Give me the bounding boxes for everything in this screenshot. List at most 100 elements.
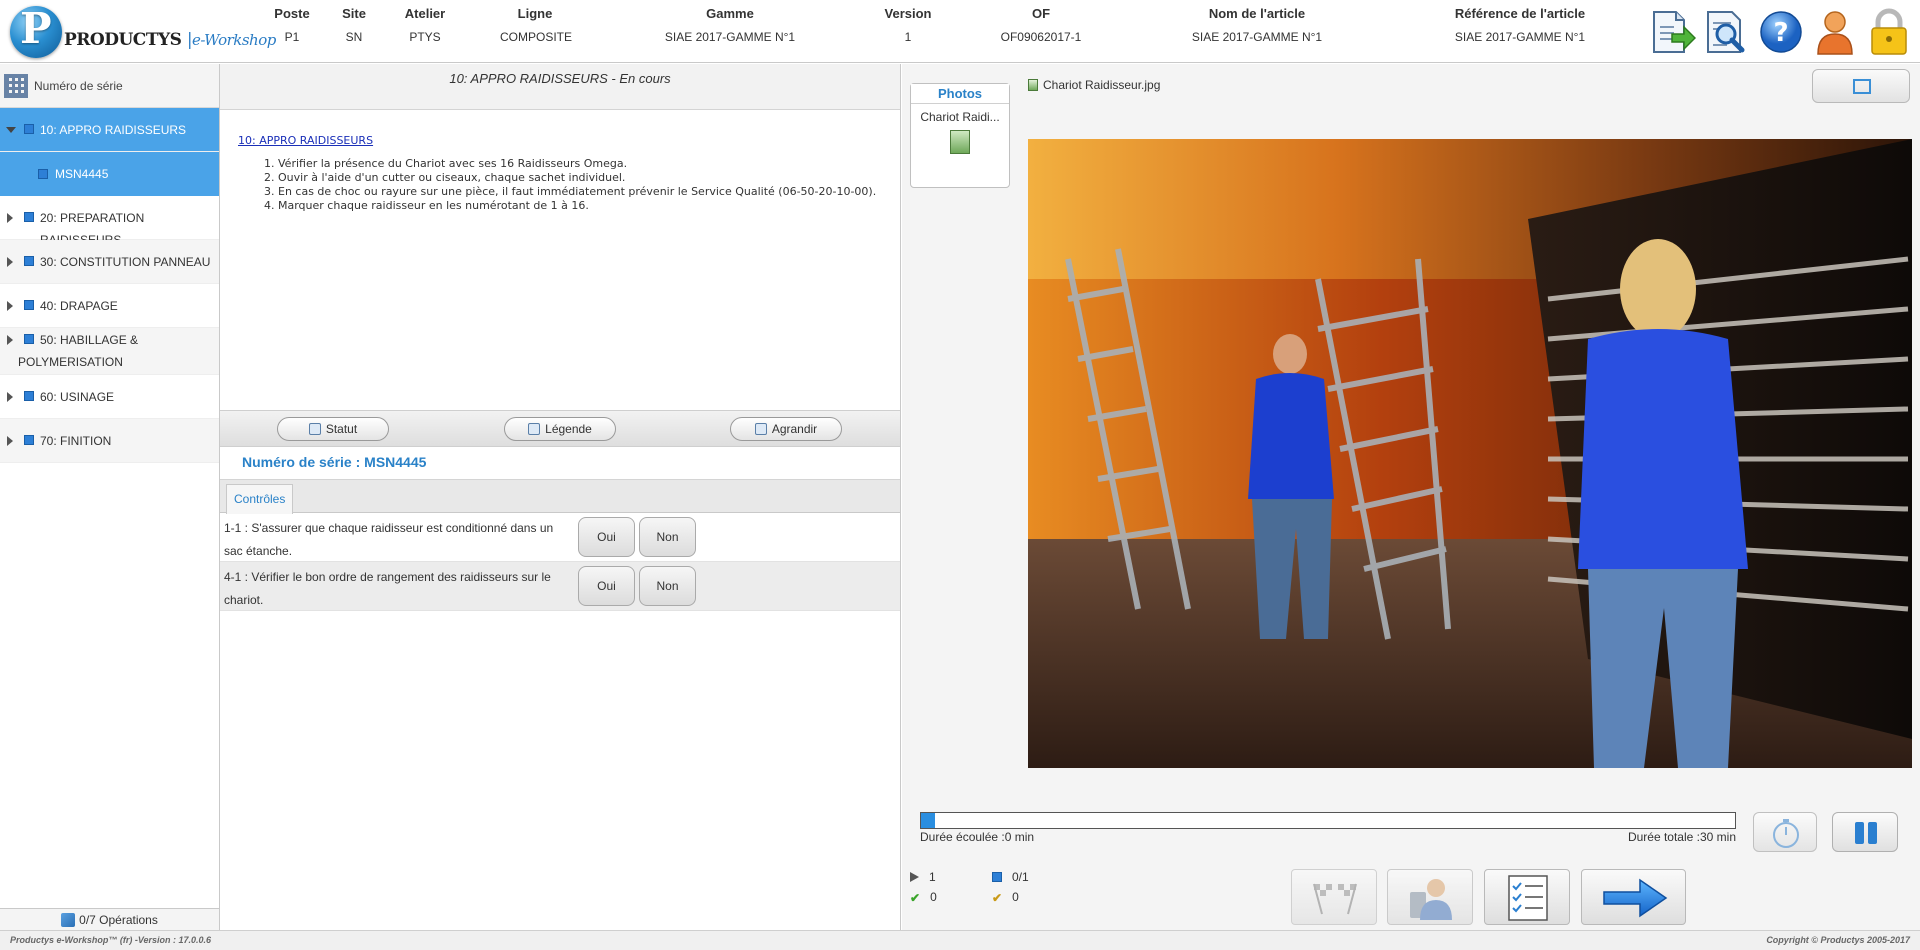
expand-arrow-icon[interactable]: [7, 257, 13, 267]
header-label: Gamme: [706, 6, 754, 21]
photo-file-name: Chariot Raidisseur.jpg: [1028, 78, 1160, 92]
operation-item-20[interactable]: 20: PREPARATION RAIDISSEURS: [0, 196, 219, 247]
tab-controles[interactable]: Contrôles: [226, 484, 294, 514]
logo-subtitle: e-Workshop: [192, 31, 276, 49]
agrandir-button[interactable]: Agrandir: [730, 417, 842, 441]
status-bar: Productys e-Workshop™ (fr) -Version : 17…: [0, 930, 1920, 950]
stat-blue-value: 0/1: [1012, 870, 1029, 884]
stat-ok: ✔ 0: [910, 890, 937, 905]
stat-partial-value: 0: [1012, 890, 1019, 904]
media-panel: Photos Chariot Raidi... Chariot Raidisse…: [902, 64, 1920, 930]
header-label: OF: [1031, 6, 1051, 21]
operation-status-icon: [24, 124, 34, 134]
qr-code-icon: [4, 73, 28, 98]
checklist-icon: [1508, 875, 1548, 921]
lock-icon[interactable]: [1866, 8, 1912, 56]
operation-label: 70: FINITION: [40, 434, 112, 448]
agrandir-label: Agrandir: [771, 422, 818, 436]
operation-status-icon: [24, 300, 34, 310]
pause-button[interactable]: [1832, 812, 1898, 852]
time-progress-fill: [921, 813, 935, 828]
checklist-button[interactable]: [1484, 869, 1570, 925]
version-info: Productys e-Workshop™ (fr) -Version : 17…: [10, 935, 212, 945]
header-value: 1: [904, 30, 912, 44]
photo-thumbnail[interactable]: Chariot Raidi...: [911, 110, 1009, 154]
operation-item-50[interactable]: 50: HABILLAGE & POLYMERISATION: [0, 328, 219, 375]
legende-label: Légende: [545, 422, 592, 436]
operation-label: 60: USINAGE: [40, 390, 115, 404]
stat-started-value: 1: [929, 870, 936, 884]
photo-viewer[interactable]: [1028, 139, 1912, 768]
pause-icon: [1855, 822, 1864, 844]
control-no-button[interactable]: Non: [639, 517, 696, 557]
operator-icon: [1410, 879, 1452, 920]
statut-button[interactable]: Statut: [277, 417, 389, 441]
file-name-label: Chariot Raidisseur.jpg: [1043, 78, 1161, 92]
instruction-step: Marquer chaque raidisseur en les numérot…: [278, 199, 882, 213]
fullscreen-button[interactable]: [1812, 69, 1910, 103]
header-value: PTYS: [409, 30, 441, 44]
next-operation-button[interactable]: [1581, 869, 1686, 925]
control-yes-button[interactable]: Oui: [578, 517, 635, 557]
operation-label: 30: CONSTITUTION PANNEAU: [40, 255, 211, 269]
serial-item-msn4445[interactable]: MSN4445: [0, 152, 219, 196]
control-no-button[interactable]: Non: [639, 566, 696, 606]
header-col-site: Site SN: [337, 6, 371, 44]
image-file-icon: [950, 130, 970, 154]
instruction-step: Ouvir à l'aide d'un cutter ou ciseaux, c…: [278, 171, 882, 185]
serial-number-heading: Numéro de série : MSN4445: [242, 454, 427, 470]
header: P PRODUCTYS |e-Workshop Poste P1 Site SN…: [0, 0, 1920, 63]
operation-item-60[interactable]: 60: USINAGE: [0, 375, 219, 419]
serial-number-search[interactable]: Numéro de série: [0, 64, 219, 108]
expand-arrow-icon[interactable]: [7, 392, 13, 402]
check-icon: ✔: [910, 891, 921, 905]
time-progress-bar: [920, 812, 1736, 829]
warehouse-photo: [1028, 139, 1912, 768]
finish-flags-button[interactable]: [1291, 869, 1377, 925]
operation-status-icon: [24, 435, 34, 445]
instruction-title-link[interactable]: 10: APPRO RAIDISSEURS: [238, 134, 882, 147]
status-icon: [308, 423, 321, 435]
operation-item-30[interactable]: 30: CONSTITUTION PANNEAU: [0, 240, 219, 284]
copyright-info: Copyright © Productys 2005-2017: [1766, 935, 1910, 945]
instruction-step: En cas de choc ou rayure sur une pièce, …: [278, 185, 882, 199]
operation-status-icon: [24, 212, 34, 222]
control-text: 4-1 : Vérifier le bon ordre de rangement…: [224, 570, 551, 607]
operation-status-icon: [24, 391, 34, 401]
expand-arrow-icon[interactable]: [7, 301, 13, 311]
serial-label: MSN4445: [55, 167, 109, 181]
enlarge-icon: [754, 423, 767, 435]
expand-arrow-icon[interactable]: [7, 335, 13, 345]
photos-list: Photos Chariot Raidi...: [910, 83, 1010, 188]
header-value: SN: [345, 30, 363, 44]
legende-button[interactable]: Légende: [504, 417, 616, 441]
control-yes-button[interactable]: Oui: [578, 566, 635, 606]
instruction-panel: 10: APPRO RAIDISSEURS - En cours 10: APP…: [220, 64, 901, 930]
operation-item-40[interactable]: 40: DRAPAGE: [0, 284, 219, 328]
search-document-icon[interactable]: [1704, 8, 1750, 56]
header-label: Site: [342, 6, 366, 21]
operation-item-10[interactable]: 10: APPRO RAIDISSEURS: [0, 108, 219, 152]
header-label: Ligne: [517, 6, 553, 21]
control-text: 1-1 : S'assurer que chaque raidisseur es…: [224, 521, 554, 558]
control-row: 4-1 : Vérifier le bon ordre de rangement…: [220, 562, 900, 611]
operation-status-icon: [24, 256, 34, 266]
photos-tab[interactable]: Photos: [911, 84, 1009, 104]
expand-arrow-icon[interactable]: [6, 127, 16, 133]
timer-button[interactable]: [1753, 812, 1817, 852]
expand-arrow-icon[interactable]: [7, 436, 13, 446]
stat-started: 1: [910, 870, 936, 884]
operations-icon: [61, 913, 76, 927]
operations-count-label: 0/7 Opérations: [79, 913, 158, 927]
operation-label: 10: APPRO RAIDISSEURS: [40, 123, 187, 137]
expand-arrow-icon[interactable]: [7, 213, 13, 223]
instruction-step: Vérifier la présence du Chariot avec ses…: [278, 157, 882, 171]
stat-blue: 0/1: [992, 870, 1029, 884]
user-icon[interactable]: [1812, 8, 1858, 56]
svg-text:?: ?: [1773, 18, 1788, 48]
operator-button[interactable]: [1387, 869, 1473, 925]
help-icon[interactable]: ?: [1758, 8, 1804, 56]
header-col-poste: Poste P1: [272, 6, 312, 44]
export-icon[interactable]: [1650, 8, 1697, 56]
operation-item-70[interactable]: 70: FINITION: [0, 419, 219, 463]
